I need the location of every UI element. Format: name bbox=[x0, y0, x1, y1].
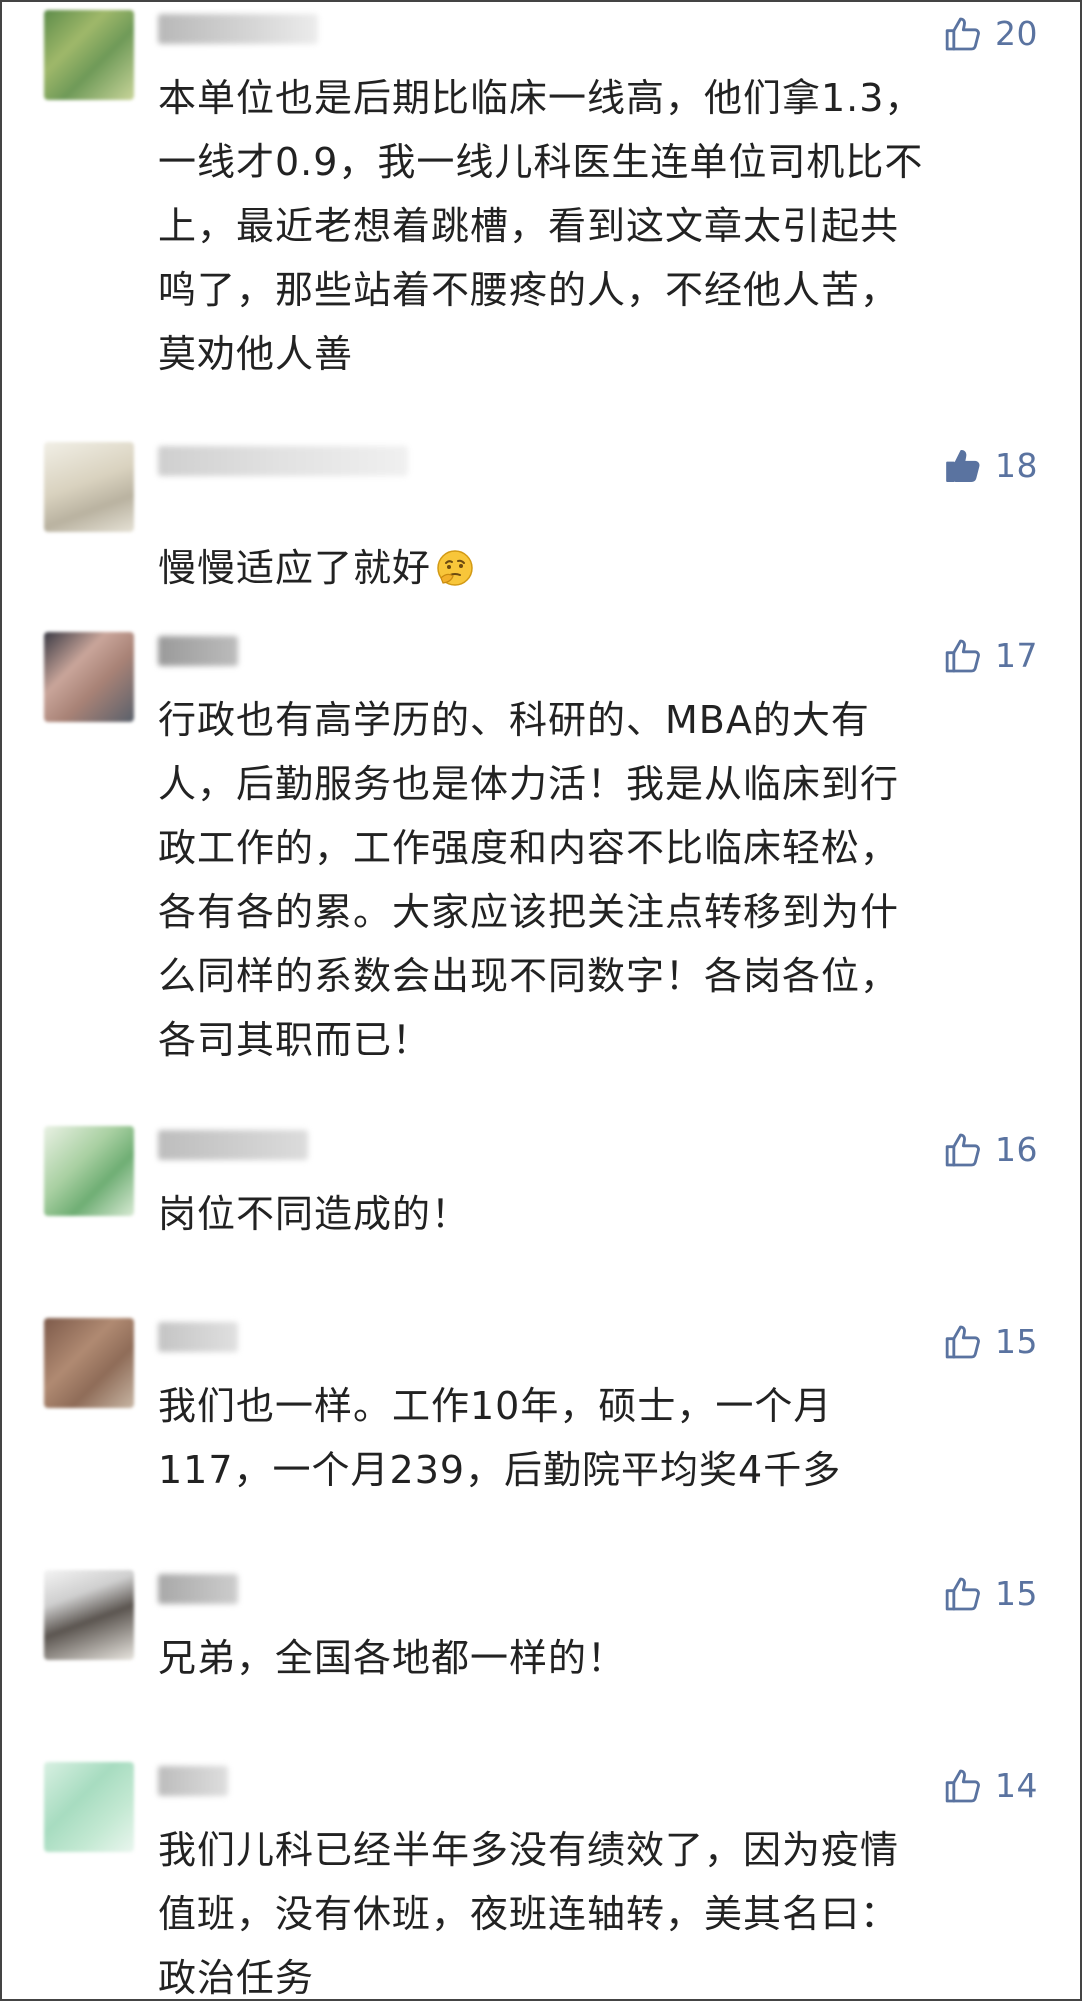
avatar[interactable] bbox=[44, 1318, 134, 1408]
avatar[interactable] bbox=[44, 632, 134, 722]
avatar[interactable] bbox=[44, 10, 134, 100]
like-button[interactable]: 17 bbox=[943, 632, 1038, 680]
nickname[interactable] bbox=[158, 1766, 228, 1796]
comment-text: 本单位也是后期比临床一线高，他们拿1.3， 一线才0.9，我一线儿科医生连单位司… bbox=[158, 76, 924, 376]
nickname[interactable] bbox=[158, 636, 238, 666]
like-button[interactable]: 20 bbox=[943, 10, 1038, 58]
like-count: 15 bbox=[995, 1574, 1038, 1613]
like-count: 17 bbox=[995, 636, 1038, 675]
thumbs-up-outline-icon bbox=[945, 1133, 980, 1167]
comment-text: 岗位不同造成的！ bbox=[158, 1192, 471, 1236]
like-button[interactable]: 15 bbox=[943, 1318, 1038, 1366]
thumbs-up-outline-icon bbox=[945, 1577, 980, 1611]
avatar[interactable] bbox=[44, 1570, 134, 1660]
comment-text: 我们也一样。工作10年，硕士，一个月 117，一个月239，后勤院平均奖4千多 bbox=[158, 1384, 842, 1492]
like-count: 16 bbox=[995, 1130, 1038, 1169]
like-count: 20 bbox=[995, 14, 1038, 53]
like-button[interactable]: 16 bbox=[943, 1126, 1038, 1174]
like-button[interactable]: 15 bbox=[943, 1570, 1038, 1618]
comment-list: 20 本单位也是后期比临床一线高，他们拿1.3， 一线才0.9，我一线儿科医生连… bbox=[0, 0, 1082, 2001]
nickname[interactable] bbox=[158, 14, 318, 44]
like-count: 14 bbox=[995, 1766, 1038, 1805]
avatar[interactable] bbox=[44, 442, 134, 532]
comment-text-row: 慢慢适应了就好 bbox=[158, 472, 1038, 600]
avatar[interactable] bbox=[44, 1762, 134, 1852]
comment-text: 兄弟，全国各地都一样的！ bbox=[158, 1636, 627, 1680]
like-count: 15 bbox=[995, 1322, 1038, 1361]
thumbs-up-outline-icon bbox=[945, 639, 980, 673]
nickname[interactable] bbox=[158, 1574, 238, 1604]
thumbs-up-outline-icon bbox=[945, 17, 980, 51]
nickname[interactable] bbox=[158, 1130, 308, 1160]
thumbs-up-outline-icon bbox=[945, 1325, 980, 1359]
like-button[interactable]: 14 bbox=[943, 1762, 1038, 1810]
nickname[interactable] bbox=[158, 1322, 238, 1352]
thumbs-up-outline-icon bbox=[945, 1769, 980, 1803]
avatar[interactable] bbox=[44, 1126, 134, 1216]
thinking-face-emoji-icon bbox=[437, 550, 473, 586]
comment-text: 行政也有高学历的、科研的、MBA的大有 人，后勤服务也是体力活！我是从临床到行 … bbox=[158, 698, 900, 1062]
comment-text: 我们儿科已经半年多没有绩效了，因为疫情 值班，没有休班，夜班连轴转，美其名曰： … bbox=[158, 1828, 900, 2000]
comment-text: 慢慢适应了就好 bbox=[158, 546, 432, 590]
